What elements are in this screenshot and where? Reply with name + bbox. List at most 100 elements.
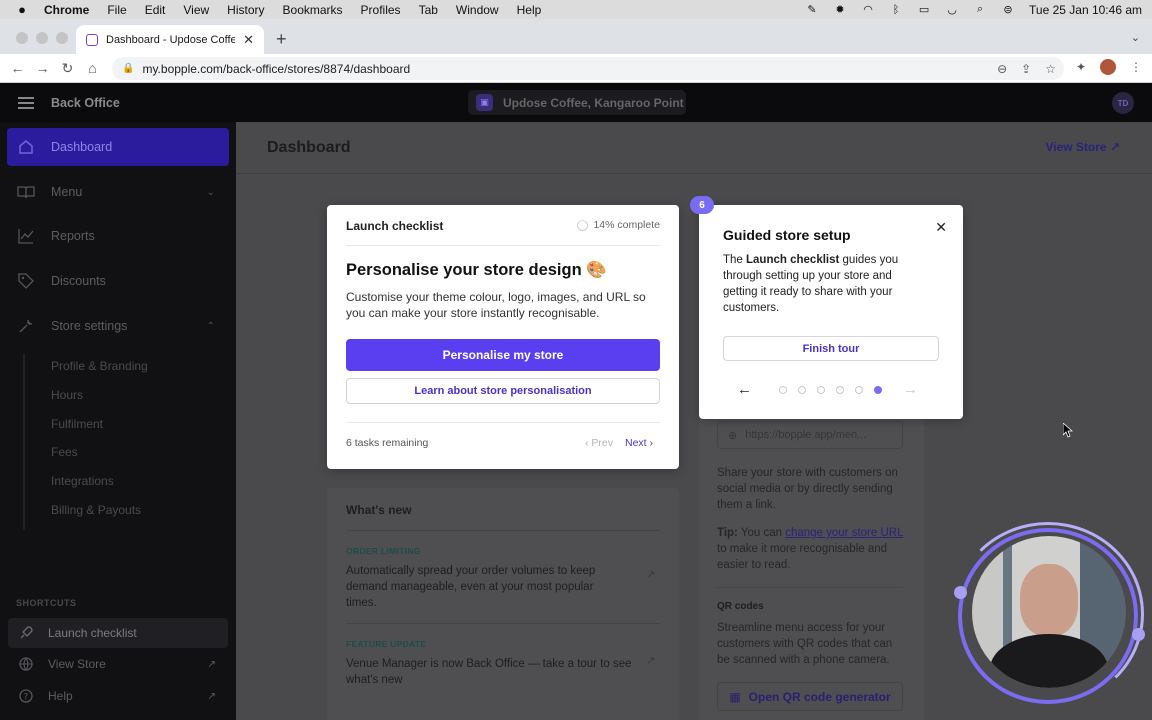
home-page-icon[interactable]: ⌂ — [80, 60, 105, 76]
close-tab-icon[interactable]: ✕ — [243, 32, 254, 48]
shortcut-label: View Store — [48, 657, 106, 671]
external-link-icon[interactable]: ↗ — [646, 654, 655, 667]
tour-body-bold: Launch checklist — [746, 254, 840, 266]
menu-view[interactable]: View — [183, 3, 209, 17]
menu-app-name[interactable]: Chrome — [44, 3, 89, 17]
shortcut-view-store[interactable]: View Store ↗ — [8, 649, 228, 679]
favicon-icon — [86, 33, 98, 46]
sidebar-item-store-settings[interactable]: Store settings ⌃ — [7, 307, 229, 345]
browser-tab[interactable]: Dashboard - Updose Coffee, K ✕ — [76, 25, 264, 54]
mouse-cursor-icon — [1063, 423, 1073, 438]
shortcuts-heading: SHORTCUTS — [16, 598, 77, 608]
sidebar-subitem-billing-payouts[interactable]: Billing & Payouts — [51, 503, 141, 517]
tour-body-prefix: The — [723, 254, 747, 266]
progress-ring-icon — [577, 219, 589, 231]
sidebar: Dashboard Menu ⌄ Reports Discounts Store… — [0, 122, 236, 720]
zoom-icon[interactable]: ⊖ — [997, 62, 1007, 76]
menu-profiles[interactable]: Profiles — [361, 3, 401, 17]
prev-task-button[interactable]: ‹ Prev — [585, 437, 613, 449]
profile-avatar-icon[interactable] — [1100, 59, 1116, 75]
qr-description: Streamline menu access for your customer… — [717, 622, 893, 666]
menu-tab[interactable]: Tab — [419, 3, 438, 17]
external-link-icon[interactable]: ↗ — [646, 568, 655, 581]
help-circle-icon: ? — [18, 689, 34, 703]
menu-window[interactable]: Window — [456, 3, 499, 17]
tour-dot-active[interactable] — [874, 386, 882, 394]
store-name: Updose Coffee, Kangaroo Point — [503, 95, 684, 110]
bookmark-star-icon[interactable]: ☆ — [1045, 62, 1056, 76]
change-url-link[interactable]: change your store URL — [785, 527, 903, 539]
close-icon[interactable]: ✕ — [935, 219, 947, 236]
sidebar-subitem-hours[interactable]: Hours — [51, 388, 83, 402]
tour-dot[interactable] — [817, 386, 825, 394]
tour-dot[interactable] — [779, 386, 787, 394]
menu-bookmarks[interactable]: Bookmarks — [283, 3, 343, 17]
store-switcher[interactable]: ▣ Updose Coffee, Kangaroo Point — [468, 90, 686, 115]
view-store-link[interactable]: View Store ↗ — [1045, 140, 1120, 154]
control-center-icon[interactable]: ⊜ — [1001, 4, 1015, 16]
sidebar-subitem-profile-branding[interactable]: Profile & Branding — [51, 359, 148, 373]
feather-icon[interactable]: ✎ — [805, 4, 819, 16]
tour-dot[interactable] — [855, 386, 863, 394]
sidebar-item-menu[interactable]: Menu ⌄ — [7, 173, 229, 211]
extensions-icon[interactable]: ✦ — [1076, 60, 1086, 74]
app-header: Back Office ▣ Updose Coffee, Kangaroo Po… — [0, 83, 1152, 122]
minimize-window-icon[interactable] — [36, 32, 48, 44]
reload-icon[interactable]: ↻ — [55, 60, 80, 77]
menu-edit[interactable]: Edit — [145, 3, 166, 17]
shortcut-launch-checklist[interactable]: Launch checklist — [8, 618, 228, 648]
tab-search-icon[interactable]: ⌄ — [1131, 31, 1140, 44]
page-title: Dashboard — [267, 139, 351, 156]
back-arrow-icon[interactable]: ← — [5, 60, 30, 76]
tour-dot[interactable] — [798, 386, 806, 394]
store-url-field[interactable]: ⊕ https://bopple.app/men... — [717, 421, 903, 449]
learn-personalisation-button[interactable]: Learn about store personalisation — [346, 378, 660, 404]
sidebar-item-label: Store settings — [51, 319, 128, 333]
tour-back-arrow-icon[interactable]: ← — [737, 381, 752, 398]
news-tag: ORDER LIMITING — [346, 546, 421, 556]
sidebar-subitem-fees[interactable]: Fees — [51, 445, 78, 459]
menu-file[interactable]: File — [107, 3, 126, 17]
lock-icon[interactable]: 🔒 — [122, 63, 134, 74]
new-tab-icon[interactable]: + — [276, 29, 287, 50]
sidebar-item-reports[interactable]: Reports — [7, 217, 229, 255]
news-text[interactable]: Venue Manager is now Back Office — take … — [346, 656, 636, 688]
gear-icon[interactable]: ✹ — [833, 4, 847, 16]
tour-step-badge: 6 — [690, 196, 714, 214]
shortcut-help[interactable]: ? Help ↗ — [8, 681, 228, 711]
news-text[interactable]: Automatically spread your order volumes … — [346, 563, 626, 611]
sidebar-item-discounts[interactable]: Discounts — [7, 262, 229, 300]
menu-help[interactable]: Help — [517, 3, 542, 17]
close-window-icon[interactable] — [16, 32, 28, 44]
svg-text:?: ? — [24, 693, 29, 703]
bluetooth-icon[interactable]: ᛒ — [889, 4, 903, 16]
menu-history[interactable]: History — [227, 3, 264, 17]
chrome-menu-icon[interactable]: ⋮ — [1130, 60, 1142, 74]
webcam-handle-dot — [954, 586, 967, 599]
search-icon[interactable]: ⌕ — [973, 3, 987, 16]
address-bar[interactable]: 🔒 my.bopple.com/back-office/stores/8874/… — [112, 57, 1064, 80]
wifi-icon[interactable]: ◡ — [945, 4, 959, 16]
forward-arrow-icon[interactable]: → — [30, 60, 55, 76]
browser-toolbar: ← → ↻ ⌂ 🔒 my.bopple.com/back-office/stor… — [0, 54, 1152, 83]
finish-tour-button[interactable]: Finish tour — [723, 336, 939, 361]
personalise-store-button[interactable]: Personalise my store — [346, 339, 660, 371]
apple-menu-icon[interactable]: ● — [14, 2, 30, 17]
headphones-icon[interactable]: ◠ — [861, 4, 875, 16]
qr-generator-button[interactable]: ▦ Open QR code generator — [717, 682, 903, 711]
checklist-task-description: Customise your theme colour, logo, image… — [346, 290, 646, 320]
battery-icon[interactable]: ▭ — [917, 4, 931, 16]
share-icon[interactable]: ⇪ — [1021, 62, 1031, 76]
zoom-window-icon[interactable] — [56, 32, 68, 44]
sidebar-item-dashboard[interactable]: Dashboard — [7, 128, 229, 166]
address-url[interactable]: my.bopple.com/back-office/stores/8874/da… — [142, 62, 410, 76]
sidebar-subitem-fulfilment[interactable]: Fulfilment — [51, 417, 103, 431]
menubar-clock[interactable]: Tue 25 Jan 10:46 am — [1029, 3, 1142, 17]
tour-forward-arrow-icon[interactable]: → — [903, 381, 918, 398]
chart-icon — [17, 227, 35, 245]
user-avatar[interactable]: TD — [1112, 92, 1134, 114]
next-task-button[interactable]: Next › — [625, 437, 653, 449]
hamburger-menu-icon[interactable] — [18, 96, 34, 109]
tour-dot[interactable] — [836, 386, 844, 394]
sidebar-subitem-integrations[interactable]: Integrations — [51, 474, 114, 488]
